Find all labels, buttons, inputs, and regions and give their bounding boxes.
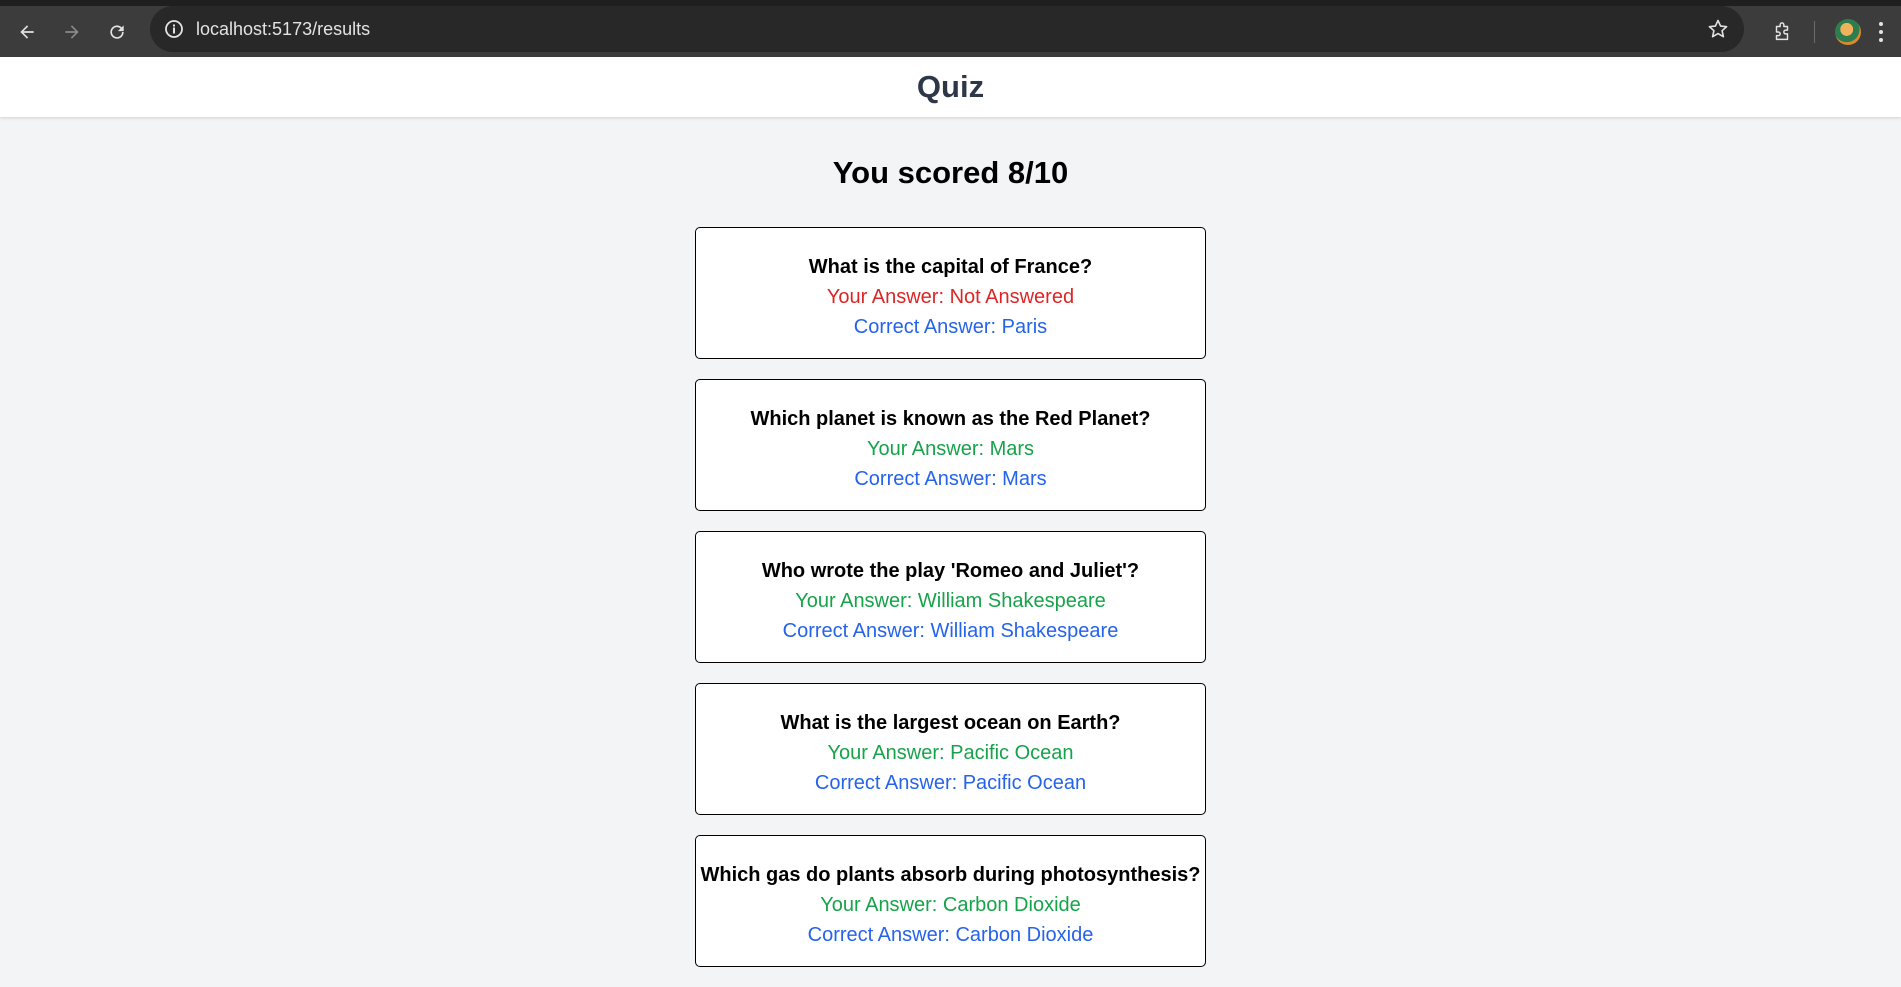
- correct-answer: Correct Answer: Carbon Dioxide: [807, 924, 1094, 946]
- result-card: Which gas do plants absorb during photos…: [695, 835, 1206, 967]
- app-header: Quiz: [0, 57, 1901, 117]
- question-text: Who wrote the play 'Romeo and Juliet'?: [761, 560, 1140, 582]
- correct-answer: Correct Answer: William Shakespeare: [782, 620, 1119, 642]
- bookmark-star-icon[interactable]: [1706, 17, 1730, 41]
- result-card: Who wrote the play 'Romeo and Juliet'? Y…: [695, 531, 1206, 663]
- results-list: What is the capital of France? Your Answ…: [695, 227, 1206, 987]
- your-answer: Your Answer: Mars: [866, 438, 1035, 460]
- address-url[interactable]: localhost:5173/results: [196, 19, 370, 40]
- question-text: What is the largest ocean on Earth?: [780, 712, 1121, 734]
- your-answer: Your Answer: William Shakespeare: [795, 590, 1106, 612]
- site-info-icon[interactable]: [162, 17, 186, 41]
- forward-button[interactable]: [54, 14, 90, 50]
- correct-answer: Correct Answer: Pacific Ocean: [814, 772, 1087, 794]
- browser-toolbar: localhost:5173/results: [0, 0, 1901, 57]
- your-answer: Your Answer: Not Answered: [826, 286, 1075, 308]
- correct-answer: Correct Answer: Paris: [853, 316, 1048, 338]
- extensions-icon: [1775, 22, 1789, 41]
- result-card: What is the largest ocean on Earth? Your…: [695, 683, 1206, 815]
- back-button[interactable]: [9, 14, 45, 50]
- toolbar-separator: [1814, 21, 1815, 43]
- score-heading: You scored 8/10: [832, 155, 1069, 190]
- result-card: What is the capital of France? Your Answ…: [695, 227, 1206, 359]
- your-answer: Your Answer: Carbon Dioxide: [820, 894, 1081, 916]
- question-text: What is the capital of France?: [808, 256, 1093, 278]
- question-text: Which gas do plants absorb during photos…: [700, 864, 1201, 886]
- question-text: Which planet is known as the Red Planet?: [750, 408, 1151, 430]
- reload-button[interactable]: [99, 14, 135, 50]
- profile-avatar[interactable]: [1835, 19, 1861, 45]
- forward-arrow-icon: [65, 25, 79, 39]
- result-card: Which planet is known as the Red Planet?…: [695, 379, 1206, 511]
- correct-answer: Correct Answer: Mars: [854, 468, 1047, 490]
- extensions-button[interactable]: [1764, 14, 1800, 50]
- back-arrow-icon: [20, 25, 34, 39]
- more-menu-icon[interactable]: [1876, 20, 1886, 44]
- address-bar[interactable]: localhost:5173/results: [150, 6, 1744, 52]
- your-answer: Your Answer: Pacific Ocean: [827, 742, 1074, 764]
- app-title: Quiz: [916, 69, 985, 104]
- reload-icon: [110, 25, 124, 39]
